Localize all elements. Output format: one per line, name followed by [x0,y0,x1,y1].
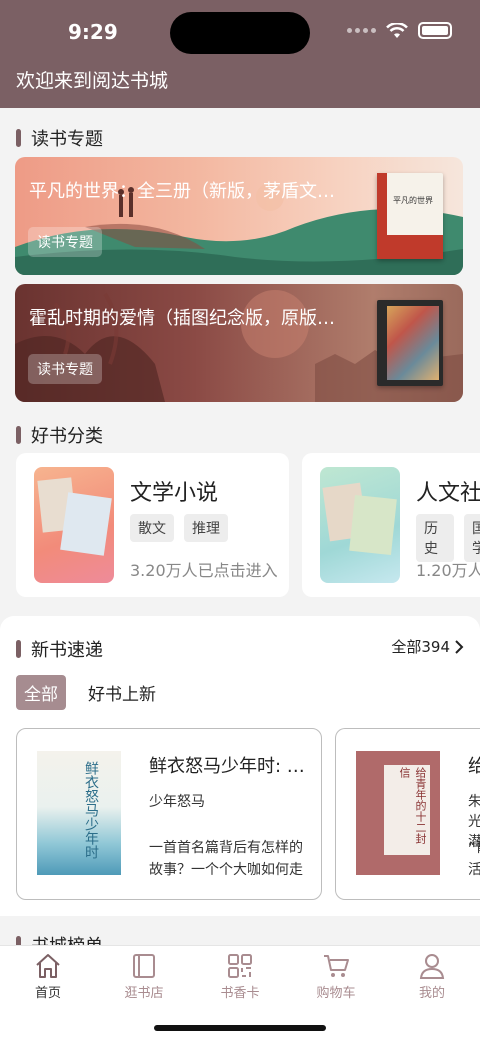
tab-cart[interactable]: 购物车 [288,952,384,1001]
category-name: 文学小说 [130,481,219,506]
cover-title: 平凡的世界 [393,196,433,205]
category-tags: 散文 推理 [130,514,228,542]
category-card-literature[interactable]: 文学小说 散文 推理 3.20万人已点击进入 [16,453,289,597]
book-icon [133,954,155,978]
section-title: 读书专题 [31,129,103,150]
status-icons [347,22,452,39]
category-tag[interactable]: 国学 [464,514,480,562]
tab-book-card[interactable]: 书香卡 [192,952,288,1001]
book-title: 鲜衣怒马少年时: 唐宋诗人的诗酒江湖 [149,756,309,777]
home-icon [36,954,60,978]
tab-new-arrivals[interactable]: 好书上新 [88,680,156,705]
category-tag[interactable]: 散文 [130,514,174,542]
tab-label: 逛书店 [124,986,164,1001]
book-cover [377,300,443,386]
page-title: 欢迎来到阅达书城 [16,70,169,92]
tab-label: 书香卡 [220,986,260,1001]
banner-tag: 读书专题 [28,354,102,384]
cart-icon [324,955,349,977]
category-count: 1.20万人已点击 [416,561,480,580]
category-tag[interactable]: 推理 [184,514,228,542]
category-image [320,467,400,583]
tab-label: 我的 [418,986,445,1001]
tab-label: 首页 [34,986,61,1001]
section-marker [16,426,21,444]
banner-title: 平凡的世界：全三册（新版，茅盾文学奖获奖作品） [29,181,339,202]
card-grid-icon [228,954,252,978]
section-header-topics: 读书专题 [16,125,103,151]
tab-all[interactable]: 全部 [16,675,66,710]
section-header-categories: 好书分类 [16,422,103,448]
status-time: 9:29 [68,20,118,44]
category-tags: 历史 国学 [416,514,480,562]
new-books-panel: 新书速递 全部394 全部 好书上新 鲜衣怒马少年时 鲜衣怒马少年时: 唐宋诗人… [0,616,480,916]
signal-icon [347,28,376,33]
book-description: 一首首名篇背后有怎样的故事？一个个大咖如何走过人生 [149,840,303,878]
banner-tag: 读书专题 [28,227,102,257]
category-card-humanities[interactable]: 人文社科 历史 国学 1.20万人已点击 [302,453,480,597]
tab-bookstore[interactable]: 逛书店 [96,952,192,1001]
banner-title: 霍乱时期的爱情（插图纪念版，原版全译） [29,308,339,329]
category-count: 3.20万人已点击进入 [130,561,278,580]
cover-title: 鲜衣怒马少年时 [83,761,99,859]
book-cover: 鲜衣怒马少年时 [37,751,121,875]
app-header: 9:29 欢迎来到阅达书城 [0,0,480,108]
wifi-icon [386,22,408,38]
book-cover: 平凡的世界 [377,173,443,259]
tab-profile[interactable]: 我的 [384,952,480,1001]
category-tag[interactable]: 历史 [416,514,454,562]
book-title: 给青年的十二封信 [468,752,480,778]
category-name: 人文社科 [416,481,480,506]
section-marker [16,640,21,658]
tab-home[interactable]: 首页 [0,952,96,1001]
see-all-link[interactable]: 全部394 [391,636,464,657]
chevron-right-icon [455,639,464,654]
section-marker [16,129,21,147]
cover-title: 给青年的十二封信 [398,767,427,844]
see-all-label: 全部394 [391,638,450,656]
tab-label: 购物车 [316,986,356,1001]
section-title: 新书速递 [31,640,103,661]
section-title: 好书分类 [31,426,103,447]
topic-banner-1[interactable]: 平凡的世界：全三册（新版，茅盾文学奖获奖作品） 读书专题 平凡的世界 [15,157,463,275]
user-icon [419,954,445,979]
category-image [34,467,114,583]
book-card[interactable]: 鲜衣怒马少年时 鲜衣怒马少年时: 唐宋诗人的诗酒江湖 少年怒马 一首首名篇背后有… [16,728,322,900]
book-card[interactable]: 给青年的十二封信 给青年的十二封信 朱光潜 “青年人应该怎样生活？”一封封书信 [335,728,480,900]
home-indicator[interactable] [154,1025,326,1031]
book-cover: 给青年的十二封信 [356,751,440,875]
topic-banner-2[interactable]: 霍乱时期的爱情（插图纪念版，原版全译） 读书专题 [15,284,463,402]
dynamic-island [170,12,310,54]
book-author: 少年怒马 [149,794,205,810]
battery-icon [418,22,452,39]
section-header-new-books: 新书速递 [16,636,103,662]
book-description: “青年人应该怎样生活？”一封封书信 [468,840,480,878]
